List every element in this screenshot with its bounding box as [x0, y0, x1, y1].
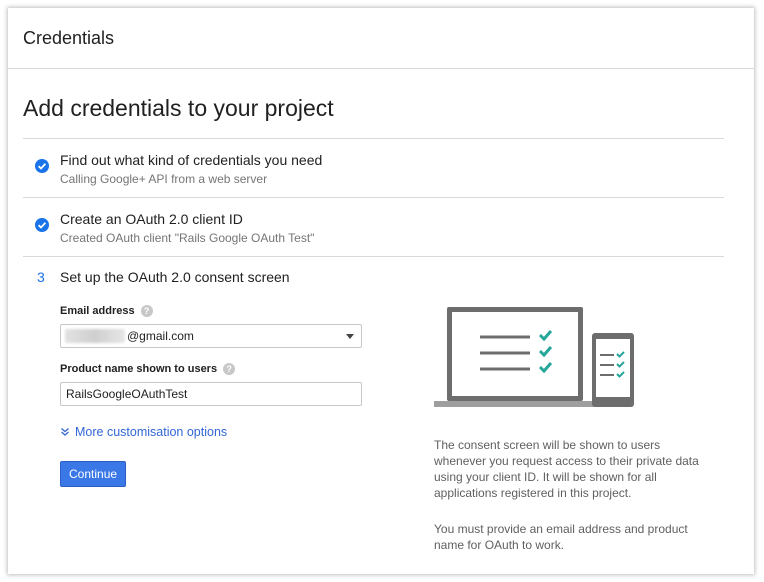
redacted-email-prefix: [65, 329, 125, 343]
step-1-subtitle: Calling Google+ API from a web server: [60, 172, 268, 186]
laptop-phone-illustration: [434, 307, 634, 407]
checkmark-circle-icon: [35, 218, 49, 232]
continue-button[interactable]: Continue: [60, 461, 127, 487]
step-3-number: 3: [37, 269, 45, 285]
step-1-title: Find out what kind of credentials you ne…: [60, 152, 323, 168]
credentials-panel: Credentials Add credentials to your proj…: [8, 8, 754, 574]
step-2-title: Create an OAuth 2.0 client ID: [60, 211, 243, 227]
main-content: Add credentials to your project Find out…: [23, 68, 724, 574]
email-select[interactable]: @gmail.com: [60, 324, 362, 348]
email-label: Email address ?: [60, 305, 153, 317]
more-customisation-label: More customisation options: [75, 425, 228, 439]
product-label-text: Product name shown to users: [60, 363, 218, 375]
step-3: 3 Set up the OAuth 2.0 consent screen Em…: [23, 257, 724, 574]
header-title: Credentials: [23, 27, 115, 48]
top-bar: Credentials: [8, 8, 754, 69]
page-title: Add credentials to your project: [23, 95, 334, 121]
step-2[interactable]: Create an OAuth 2.0 client ID Created OA…: [23, 198, 724, 256]
product-label: Product name shown to users ?: [60, 363, 236, 375]
step-1[interactable]: Find out what kind of credentials you ne…: [23, 139, 724, 197]
dropdown-caret-icon: [346, 334, 354, 339]
consent-description: The consent screen will be shown to user…: [434, 438, 699, 500]
email-label-text: Email address: [60, 305, 135, 317]
email-select-value: @gmail.com: [127, 329, 194, 343]
more-customisation-link[interactable]: More customisation options: [60, 425, 227, 439]
checkmark-circle-icon: [35, 159, 49, 173]
product-name-input[interactable]: RailsGoogleOAuthTest: [60, 382, 362, 406]
step-2-subtitle: Created OAuth client "Rails Google OAuth…: [60, 231, 315, 245]
step-3-title: Set up the OAuth 2.0 consent screen: [60, 269, 290, 285]
help-icon[interactable]: ?: [140, 305, 153, 317]
help-icon[interactable]: ?: [223, 363, 236, 375]
requirement-note: You must provide an email address and pr…: [434, 522, 688, 552]
expand-chevron-icon: [61, 428, 69, 436]
